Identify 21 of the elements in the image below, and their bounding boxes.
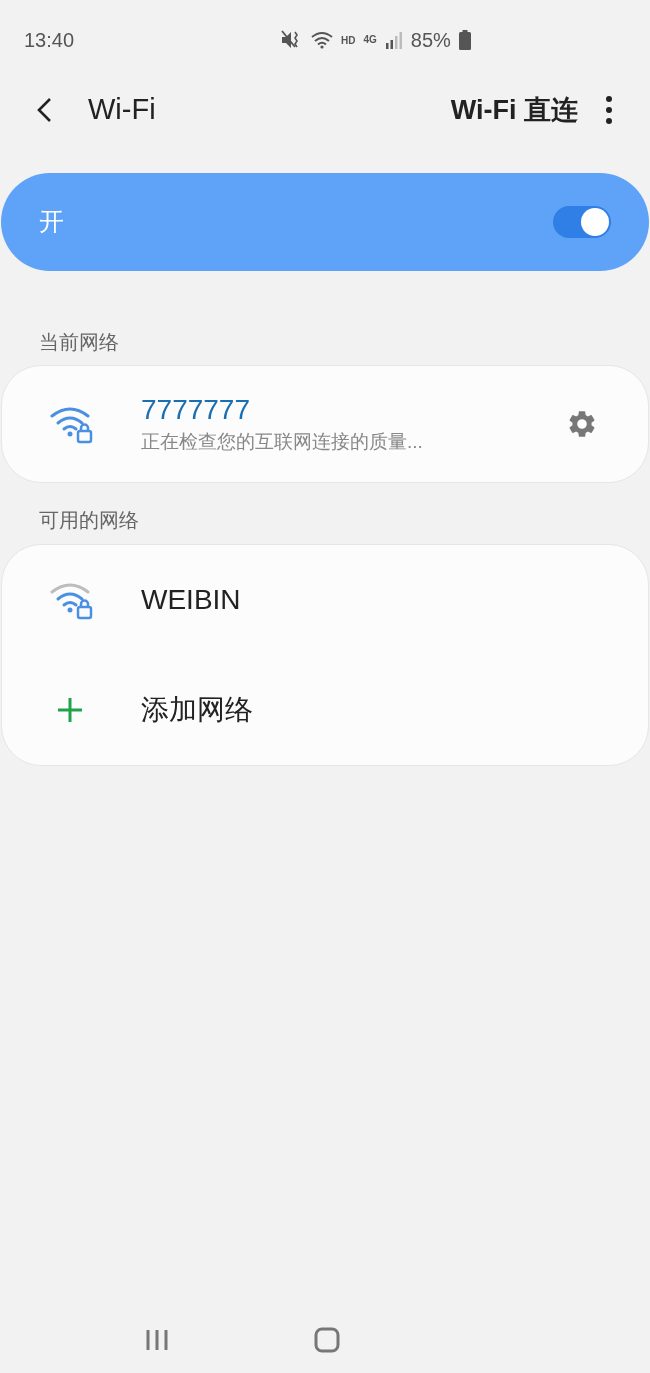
connection-status: 正在检查您的互联网连接的质量...	[141, 429, 423, 454]
status-time: 13:40	[24, 28, 75, 53]
plus-icon	[56, 696, 84, 724]
add-network-label[interactable]: 添加网络	[141, 689, 253, 731]
page-title: Wi-Fi	[88, 92, 156, 128]
home-icon[interactable]	[314, 1327, 340, 1353]
recent-apps-icon[interactable]	[145, 1328, 169, 1352]
switch-label: 开	[39, 206, 64, 238]
battery-icon	[458, 30, 471, 50]
section-label: 可用的网络	[39, 508, 140, 533]
section-label: 当前网络	[39, 330, 120, 355]
wifi-direct-button[interactable]: Wi-Fi 直连	[450, 89, 578, 131]
network-name[interactable]: 7777777	[141, 391, 423, 428]
battery-percent: 85%	[410, 28, 451, 53]
back-icon[interactable]	[36, 97, 52, 123]
network-name[interactable]: WEIBIN	[141, 579, 241, 621]
network-type-label: 4G	[363, 35, 377, 45]
hd-label: HD	[341, 33, 356, 48]
signal-icon	[384, 31, 403, 49]
wifi-icon	[311, 31, 334, 49]
toggle-switch[interactable]	[553, 206, 611, 238]
